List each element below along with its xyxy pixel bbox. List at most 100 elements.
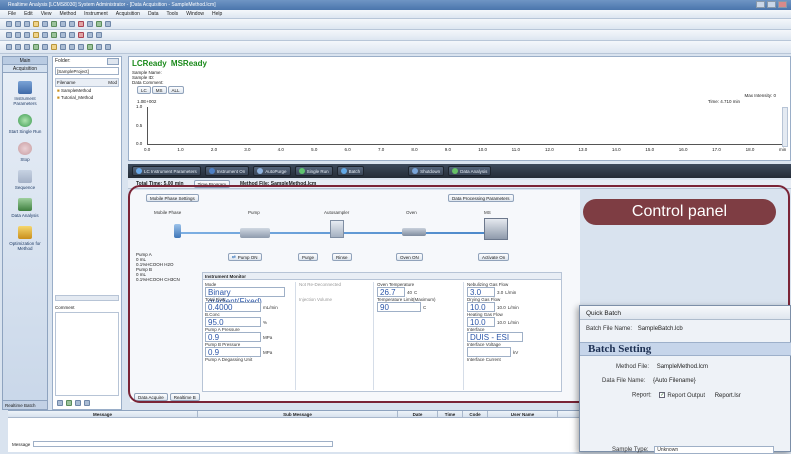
overlay-icon[interactable] bbox=[78, 44, 84, 50]
file-name: SampleMethod bbox=[60, 88, 92, 93]
view2-icon[interactable] bbox=[15, 44, 21, 50]
table-icon[interactable] bbox=[60, 32, 66, 38]
nav-stop[interactable]: Stop bbox=[3, 142, 47, 162]
tab-ms[interactable]: MS bbox=[151, 86, 167, 94]
col-code[interactable]: Code bbox=[463, 411, 488, 417]
col-time[interactable]: Time bbox=[438, 411, 463, 417]
grid-icon[interactable] bbox=[105, 21, 111, 27]
col-message[interactable]: Message bbox=[8, 411, 198, 417]
help-icon[interactable] bbox=[87, 21, 93, 27]
peak-icon[interactable] bbox=[33, 44, 39, 50]
tab-report-icon[interactable] bbox=[84, 400, 90, 406]
col-sub-message[interactable]: Sub Message bbox=[198, 411, 398, 417]
col-date[interactable]: Date bbox=[398, 411, 438, 417]
menu-help[interactable]: Help bbox=[212, 11, 222, 17]
lc-instrument-parameters-button[interactable]: LC Instrument Parameters bbox=[132, 166, 201, 176]
mark-icon[interactable] bbox=[51, 44, 57, 50]
method-file-value[interactable]: SampleMethod.lcm bbox=[657, 364, 708, 370]
refresh-icon[interactable] bbox=[96, 32, 102, 38]
menu-instrument[interactable]: Instrument bbox=[84, 11, 108, 17]
settings-icon[interactable] bbox=[69, 32, 75, 38]
play-icon[interactable] bbox=[51, 32, 57, 38]
nav-optimization[interactable]: Optimization for Method bbox=[3, 226, 47, 251]
chart-icon[interactable] bbox=[60, 21, 66, 27]
tab-lc[interactable]: LC bbox=[137, 86, 151, 94]
pan-icon[interactable] bbox=[96, 44, 102, 50]
export-icon[interactable] bbox=[105, 44, 111, 50]
instrument-on-button[interactable]: Instrument On bbox=[204, 166, 250, 176]
copy-icon[interactable] bbox=[15, 32, 21, 38]
menu-view[interactable]: View bbox=[41, 11, 52, 17]
view1-icon[interactable] bbox=[6, 44, 12, 50]
star-icon[interactable] bbox=[33, 32, 39, 38]
menu-method[interactable]: Method bbox=[59, 11, 76, 17]
report-file-value[interactable]: Report.lsr bbox=[715, 393, 741, 399]
nav-header-acquisition[interactable]: Acquisition bbox=[3, 65, 47, 73]
delete-icon[interactable] bbox=[78, 32, 84, 38]
x-tick: 6.0 bbox=[344, 147, 351, 152]
run-icon[interactable] bbox=[51, 21, 57, 27]
data-analysis-button[interactable]: Data Analysis bbox=[448, 166, 492, 176]
col-filename[interactable]: Filename bbox=[57, 80, 76, 85]
menu-edit[interactable]: Edit bbox=[24, 11, 33, 17]
shutdown-button[interactable]: Shutdown bbox=[408, 166, 445, 176]
sample-type-select[interactable]: Unknown bbox=[654, 446, 775, 454]
maximize-button[interactable] bbox=[767, 1, 776, 8]
tab-method-icon[interactable] bbox=[66, 400, 72, 406]
report-output-checkbox[interactable]: ✓ Report Output bbox=[659, 392, 705, 399]
batch-file-label: Batch File Name: bbox=[586, 326, 633, 332]
folder-browse-button[interactable] bbox=[107, 58, 119, 65]
menu-window[interactable]: Window bbox=[186, 11, 204, 17]
menu-tools[interactable]: Tools bbox=[167, 11, 179, 17]
align-icon[interactable] bbox=[42, 44, 48, 50]
comment-box[interactable] bbox=[55, 312, 119, 396]
menu-acquisition[interactable]: Acquisition bbox=[116, 11, 140, 17]
info-icon[interactable] bbox=[87, 32, 93, 38]
nav-footer-tab[interactable]: Realtime Batch bbox=[3, 400, 47, 409]
button-label: AutoPurge bbox=[265, 168, 287, 174]
measure-icon[interactable] bbox=[69, 44, 75, 50]
print-icon[interactable] bbox=[42, 21, 48, 27]
menu-data[interactable]: Data bbox=[148, 11, 159, 17]
nav-data-analysis[interactable]: Data Analysis bbox=[3, 198, 47, 218]
menu-file[interactable]: File bbox=[8, 11, 16, 17]
new-icon[interactable] bbox=[6, 21, 12, 27]
plot-area[interactable]: 1.0 0.5 0.0 bbox=[136, 104, 782, 146]
tab-batch-icon[interactable] bbox=[75, 400, 81, 406]
nav-sequence[interactable]: Sequence bbox=[3, 170, 47, 190]
folder-icon[interactable] bbox=[33, 21, 39, 27]
single-run-button[interactable]: Single Run bbox=[294, 166, 333, 176]
autopurge-button[interactable]: AutoPurge bbox=[253, 166, 291, 176]
cursor-icon[interactable] bbox=[60, 44, 66, 50]
open-icon[interactable] bbox=[15, 21, 21, 27]
tab-all[interactable]: ALL bbox=[167, 86, 184, 94]
close-button[interactable] bbox=[778, 1, 787, 8]
vertical-scrollbar[interactable] bbox=[782, 107, 788, 147]
list-item[interactable]: ■ SampleMethod bbox=[53, 87, 121, 94]
tab-data-icon[interactable] bbox=[57, 400, 63, 406]
view3-icon[interactable] bbox=[24, 44, 30, 50]
save-icon[interactable] bbox=[24, 21, 30, 27]
col-user-name[interactable]: User Name bbox=[488, 411, 558, 417]
instrument-icon bbox=[18, 81, 32, 94]
data-file-value[interactable]: {Auto Filename} bbox=[653, 378, 696, 384]
nav-start-single-run[interactable]: Start Single Run bbox=[3, 114, 47, 134]
nav-instrument-parameters[interactable]: Instrument Parameters bbox=[3, 81, 47, 106]
stop-icon[interactable] bbox=[78, 21, 84, 27]
list-item[interactable]: ■ Tutorial_Method bbox=[53, 94, 121, 101]
batch-file-value[interactable]: SampleBatch.lcb bbox=[638, 326, 683, 332]
folder-select[interactable]: [SampleProject] bbox=[55, 67, 119, 75]
col-mod[interactable]: Mod bbox=[108, 80, 117, 85]
zoom-icon[interactable] bbox=[96, 21, 102, 27]
cut-icon[interactable] bbox=[6, 32, 12, 38]
horizontal-scrollbar[interactable] bbox=[55, 295, 119, 301]
layout-icon[interactable] bbox=[69, 21, 75, 27]
list-icon[interactable] bbox=[42, 32, 48, 38]
batch-button[interactable]: Batch bbox=[336, 166, 365, 176]
message-input[interactable] bbox=[33, 441, 334, 447]
fit-icon[interactable] bbox=[87, 44, 93, 50]
minimize-button[interactable] bbox=[756, 1, 765, 8]
method-file-row: Method File: SampleMethod.lcm bbox=[616, 364, 708, 370]
paste-icon[interactable] bbox=[24, 32, 30, 38]
sample-type-value: Unknown bbox=[657, 447, 679, 453]
